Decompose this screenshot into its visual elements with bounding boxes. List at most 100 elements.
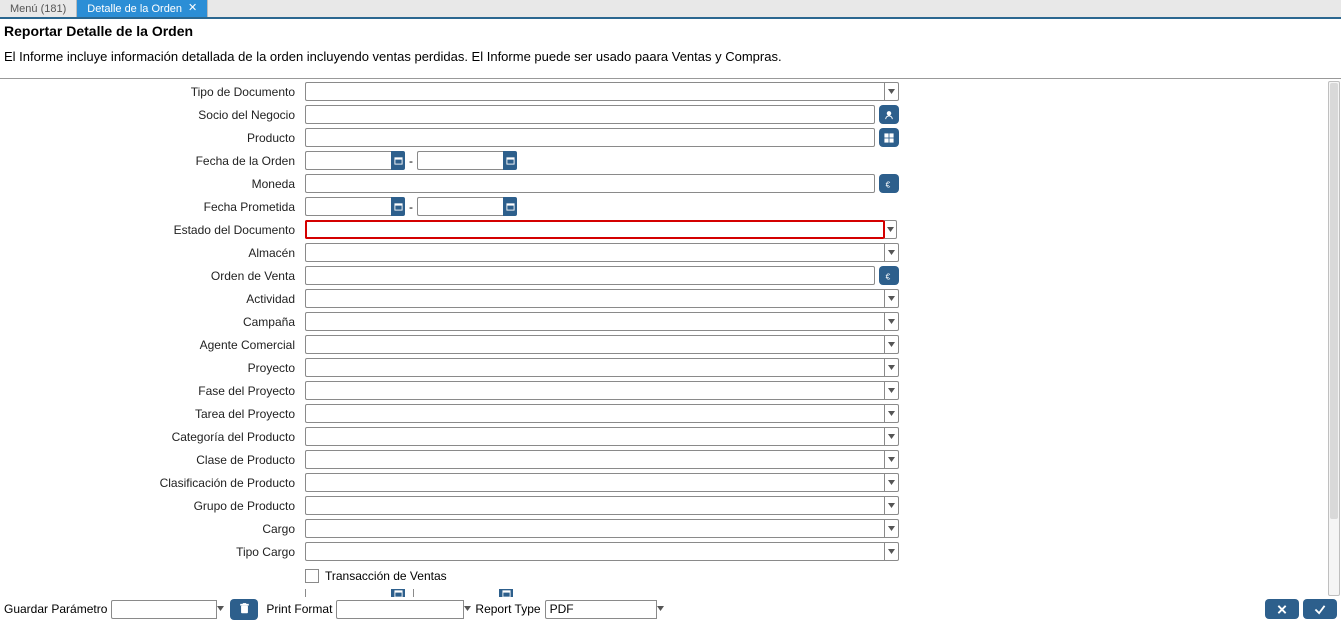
input-grupo-producto[interactable] (305, 496, 885, 515)
label-orden-venta: Orden de Venta (0, 269, 305, 283)
dropdown-button-agente-comercial[interactable] (885, 335, 899, 354)
input-producto[interactable] (305, 128, 875, 147)
dropdown-button-proyecto[interactable] (885, 358, 899, 377)
input-estado-documento[interactable] (305, 220, 883, 239)
form-panel: Tipo de Documento Socio del Negocio Prod… (0, 78, 1341, 598)
input-fecha-orden-from[interactable] (305, 151, 391, 170)
dropdown-button-fase-proyecto[interactable] (885, 381, 899, 400)
calendar-button-hidden-to[interactable] (499, 589, 513, 597)
input-proyecto[interactable] (305, 358, 885, 377)
dropdown-button-cargo[interactable] (885, 519, 899, 538)
lookup-orden-venta-button[interactable]: € (879, 266, 899, 285)
close-icon[interactable]: ✕ (188, 3, 197, 14)
input-almacen[interactable] (305, 243, 885, 262)
label-clasificacion-producto: Clasificación de Producto (0, 476, 305, 490)
dropdown-button-estado-documento[interactable] (883, 220, 897, 239)
input-categoria-producto[interactable] (305, 427, 885, 446)
input-actividad[interactable] (305, 289, 885, 308)
cancel-button[interactable] (1265, 599, 1299, 619)
tab-detalle-orden-label: Detalle de la Orden (87, 3, 182, 15)
input-fecha-prometida-from[interactable] (305, 197, 391, 216)
dropdown-button-report-type[interactable] (657, 600, 664, 619)
date-separator: - (405, 154, 417, 168)
label-clase-producto: Clase de Producto (0, 453, 305, 467)
vertical-scrollbar[interactable] (1328, 81, 1340, 596)
trash-icon (239, 603, 250, 615)
input-tarea-proyecto[interactable] (305, 404, 885, 423)
dropdown-button-grupo-producto[interactable] (885, 496, 899, 515)
input-socio-negocio[interactable] (305, 105, 875, 124)
input-moneda[interactable] (305, 174, 875, 193)
label-guardar-parametro: Guardar Parámetro (2, 602, 109, 616)
label-fase-proyecto: Fase del Proyecto (0, 384, 305, 398)
label-print-format: Print Format (264, 602, 334, 616)
lookup-socio-negocio-button[interactable] (879, 105, 899, 124)
calendar-button-fecha-prometida-to[interactable] (503, 197, 517, 216)
dropdown-button-print-format[interactable] (464, 600, 471, 619)
dropdown-button-tipo-cargo[interactable] (885, 542, 899, 561)
label-actividad: Actividad (0, 292, 305, 306)
svg-text:€: € (886, 179, 891, 189)
dropdown-button-guardar-parametro[interactable] (217, 600, 224, 619)
ok-button[interactable] (1303, 599, 1337, 619)
label-cargo: Cargo (0, 522, 305, 536)
input-agente-comercial[interactable] (305, 335, 885, 354)
checkbox-transaccion-ventas[interactable] (305, 569, 319, 583)
grid-icon (884, 133, 894, 143)
dropdown-button-tipo-documento[interactable] (885, 82, 899, 101)
input-clasificacion-producto[interactable] (305, 473, 885, 492)
input-orden-venta[interactable] (305, 266, 875, 285)
label-agente-comercial: Agente Comercial (0, 338, 305, 352)
input-fecha-orden-to[interactable] (417, 151, 503, 170)
check-icon (1313, 604, 1327, 615)
currency-icon: € (884, 179, 894, 189)
page-title: Reportar Detalle de la Orden (0, 19, 1341, 41)
calendar-button-fecha-orden-from[interactable] (391, 151, 405, 170)
input-clase-producto[interactable] (305, 450, 885, 469)
calendar-button-hidden-from[interactable] (391, 589, 405, 597)
input-tipo-cargo[interactable] (305, 542, 885, 561)
input-guardar-parametro[interactable] (111, 600, 217, 619)
calendar-icon (394, 202, 403, 211)
label-fecha-orden: Fecha de la Orden (0, 154, 305, 168)
delete-parameter-button[interactable] (230, 599, 258, 620)
checkbox-label-transaccion-ventas: Transacción de Ventas (325, 569, 447, 583)
x-icon (1275, 604, 1289, 615)
input-print-format[interactable] (336, 600, 464, 619)
input-report-type[interactable] (545, 600, 657, 619)
tab-bar: Menú (181) Detalle de la Orden ✕ (0, 0, 1341, 19)
input-tipo-documento[interactable] (305, 82, 885, 101)
dropdown-button-categoria-producto[interactable] (885, 427, 899, 446)
input-fase-proyecto[interactable] (305, 381, 885, 400)
dropdown-button-clase-producto[interactable] (885, 450, 899, 469)
input-campana[interactable] (305, 312, 885, 331)
input-partial-hidden-to[interactable] (413, 589, 499, 597)
label-fecha-prometida: Fecha Prometida (0, 200, 305, 214)
scrollbar-thumb[interactable] (1330, 83, 1338, 519)
dropdown-button-campana[interactable] (885, 312, 899, 331)
footer-bar: Guardar Parámetro Print Format Report Ty… (0, 597, 1341, 621)
input-fecha-prometida-to[interactable] (417, 197, 503, 216)
label-moneda: Moneda (0, 177, 305, 191)
label-tipo-cargo: Tipo Cargo (0, 545, 305, 559)
currency-icon: € (884, 271, 894, 281)
dropdown-button-almacen[interactable] (885, 243, 899, 262)
tab-detalle-orden[interactable]: Detalle de la Orden ✕ (77, 0, 208, 17)
date-separator-2: - (405, 200, 417, 214)
lookup-producto-button[interactable] (879, 128, 899, 147)
label-tarea-proyecto: Tarea del Proyecto (0, 407, 305, 421)
label-almacen: Almacén (0, 246, 305, 260)
calendar-button-fecha-prometida-from[interactable] (391, 197, 405, 216)
form-scroll: Tipo de Documento Socio del Negocio Prod… (0, 80, 1327, 598)
tab-menu[interactable]: Menú (181) (0, 0, 77, 17)
input-cargo[interactable] (305, 519, 885, 538)
lookup-moneda-button[interactable]: € (879, 174, 899, 193)
dropdown-button-actividad[interactable] (885, 289, 899, 308)
input-partial-hidden-from[interactable] (305, 589, 391, 597)
dropdown-button-clasificacion-producto[interactable] (885, 473, 899, 492)
calendar-button-fecha-orden-to[interactable] (503, 151, 517, 170)
label-producto: Producto (0, 131, 305, 145)
label-proyecto: Proyecto (0, 361, 305, 375)
dropdown-button-tarea-proyecto[interactable] (885, 404, 899, 423)
calendar-icon (394, 156, 403, 165)
